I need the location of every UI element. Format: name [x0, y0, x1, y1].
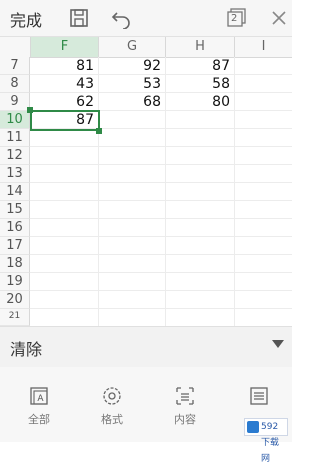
content-icon	[174, 385, 196, 407]
clear-bar[interactable]: 清除	[0, 326, 292, 367]
clear-content-label: 内容	[174, 413, 196, 426]
all-icon: A	[28, 385, 50, 407]
row-header-14[interactable]: 14	[0, 183, 30, 201]
cell-g8[interactable]: 53	[99, 75, 165, 93]
row-divider	[30, 254, 292, 255]
cell-f7[interactable]: 81	[31, 57, 98, 75]
cell-f8[interactable]: 43	[31, 75, 98, 93]
watermark: 592下载网	[244, 418, 288, 464]
save-icon[interactable]	[68, 7, 90, 29]
row-header-21[interactable]: 21	[0, 309, 30, 326]
column-header-i[interactable]: I	[235, 37, 292, 57]
clear-label: 清除	[10, 340, 43, 359]
close-icon[interactable]	[268, 7, 290, 29]
watermark-text: 592下载网	[261, 422, 280, 464]
row-divider	[30, 146, 292, 147]
row-header-11[interactable]: 11	[0, 129, 30, 147]
selection-handle-top-left[interactable]	[27, 107, 33, 113]
clear-all-button[interactable]: A 全部	[12, 385, 66, 427]
column-divider	[234, 57, 235, 326]
row-divider	[30, 236, 292, 237]
clear-content-button[interactable]: 内容	[158, 385, 212, 427]
row-header-15[interactable]: 15	[0, 201, 30, 219]
selection-handle-bottom-right[interactable]	[96, 128, 102, 134]
clear-options-bar: A 全部 格式 内容 592下载网	[0, 367, 292, 464]
sheet-count-icon[interactable]: 2	[226, 7, 248, 29]
column-header-f[interactable]: F	[31, 37, 99, 57]
watermark-logo-icon	[247, 421, 259, 433]
column-header-h[interactable]: H	[166, 37, 235, 57]
dropdown-triangle-icon[interactable]	[272, 340, 284, 348]
row-divider	[30, 290, 292, 291]
row-divider	[30, 164, 292, 165]
row-header-12[interactable]: 12	[0, 147, 30, 165]
row-divider	[30, 218, 292, 219]
cell-selection-box	[30, 110, 100, 131]
row-header-9[interactable]: 9	[0, 93, 30, 111]
spreadsheet-grid[interactable]: F G H I 7 8 9 10 11 12 13 14 15 16 17 18…	[0, 37, 292, 326]
cell-g7[interactable]: 92	[99, 57, 165, 75]
row-divider	[30, 200, 292, 201]
cell-h9[interactable]: 80	[166, 93, 234, 111]
select-all-corner[interactable]	[0, 37, 31, 57]
column-header-row: F G H I	[0, 37, 292, 58]
cell-h7[interactable]: 87	[166, 57, 234, 75]
row-header-13[interactable]: 13	[0, 165, 30, 183]
row-header-17[interactable]: 17	[0, 237, 30, 255]
row-header-19[interactable]: 19	[0, 273, 30, 291]
cell-g9[interactable]: 68	[99, 93, 165, 111]
row-header-20[interactable]: 20	[0, 291, 30, 309]
top-toolbar: 完成 2	[0, 0, 292, 37]
column-header-g[interactable]: G	[99, 37, 166, 57]
row-header-8[interactable]: 8	[0, 75, 30, 93]
undo-icon[interactable]	[110, 7, 132, 30]
done-button[interactable]: 完成	[10, 7, 42, 31]
row-divider	[30, 272, 292, 273]
clear-format-label: 格式	[101, 413, 123, 426]
clear-more-button[interactable]	[232, 385, 286, 411]
svg-text:A: A	[37, 394, 44, 404]
format-icon	[101, 385, 123, 407]
row-header-7[interactable]: 7	[0, 57, 30, 75]
more-icon	[248, 385, 270, 407]
row-divider	[30, 182, 292, 183]
row-divider	[30, 308, 292, 309]
cell-f9[interactable]: 62	[31, 93, 98, 111]
cell-h8[interactable]: 58	[166, 75, 234, 93]
row-header-18[interactable]: 18	[0, 255, 30, 273]
clear-all-label: 全部	[28, 413, 50, 426]
clear-format-button[interactable]: 格式	[85, 385, 139, 427]
sheet-count: 2	[231, 13, 238, 24]
row-header-16[interactable]: 16	[0, 219, 30, 237]
row-header-10[interactable]: 10	[0, 111, 30, 129]
